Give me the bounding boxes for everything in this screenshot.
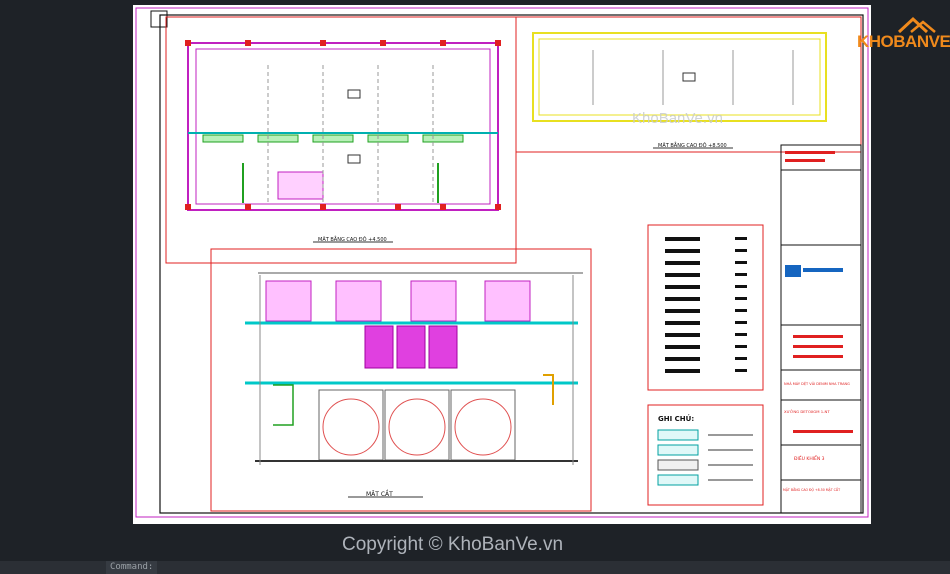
command-prompt[interactable]: Command: [106, 561, 158, 574]
drawing-sheet[interactable]: MẶT BẰNG CAO ĐỘ +4.500 MẶT BẰNG CAO ĐỘ +… [133, 5, 871, 524]
command-bar[interactable]: Command: [0, 561, 950, 574]
title-block-item: XƯỞNG DETOXGM 1-NT [784, 409, 830, 414]
plan-top-left [165, 16, 517, 264]
title-block-sheet-name: ĐIỀU KHIỂN 3 [794, 454, 825, 462]
cad-drawing[interactable]: MẶT BẰNG CAO ĐỘ +4.500 MẶT BẰNG CAO ĐỘ +… [133, 5, 871, 524]
plan-roof [515, 16, 862, 153]
title-block-project: NHÀ MÁY DỆT VẢI DENIM NHA TRANG [784, 381, 850, 386]
sheet-border-inner [159, 14, 864, 514]
legend-table [647, 224, 764, 391]
notes-title: GHI CHÚ: [658, 414, 694, 423]
corner-marker [150, 10, 168, 28]
logo-text: KHOBANVE [857, 32, 950, 51]
plan-top-left-title: MẶT BẰNG CAO ĐỘ +4.500 [318, 235, 387, 243]
watermark-center: KhoBanVe.vn [632, 110, 723, 127]
house-roof-icon [897, 16, 936, 34]
title-block-sheet-desc: MẶT BẰNG CAO ĐỘ +8.50 MẶT CẮT [783, 487, 840, 492]
khobanve-logo: KHOBANVE [853, 14, 950, 56]
section-view [210, 248, 592, 512]
plan-roof-title: MẶT BẰNG CAO ĐỘ +8.500 [658, 141, 727, 149]
section-title: MẶT CẮT [366, 490, 393, 498]
watermark-copyright: Copyright © KhoBanVe.vn [342, 534, 564, 555]
